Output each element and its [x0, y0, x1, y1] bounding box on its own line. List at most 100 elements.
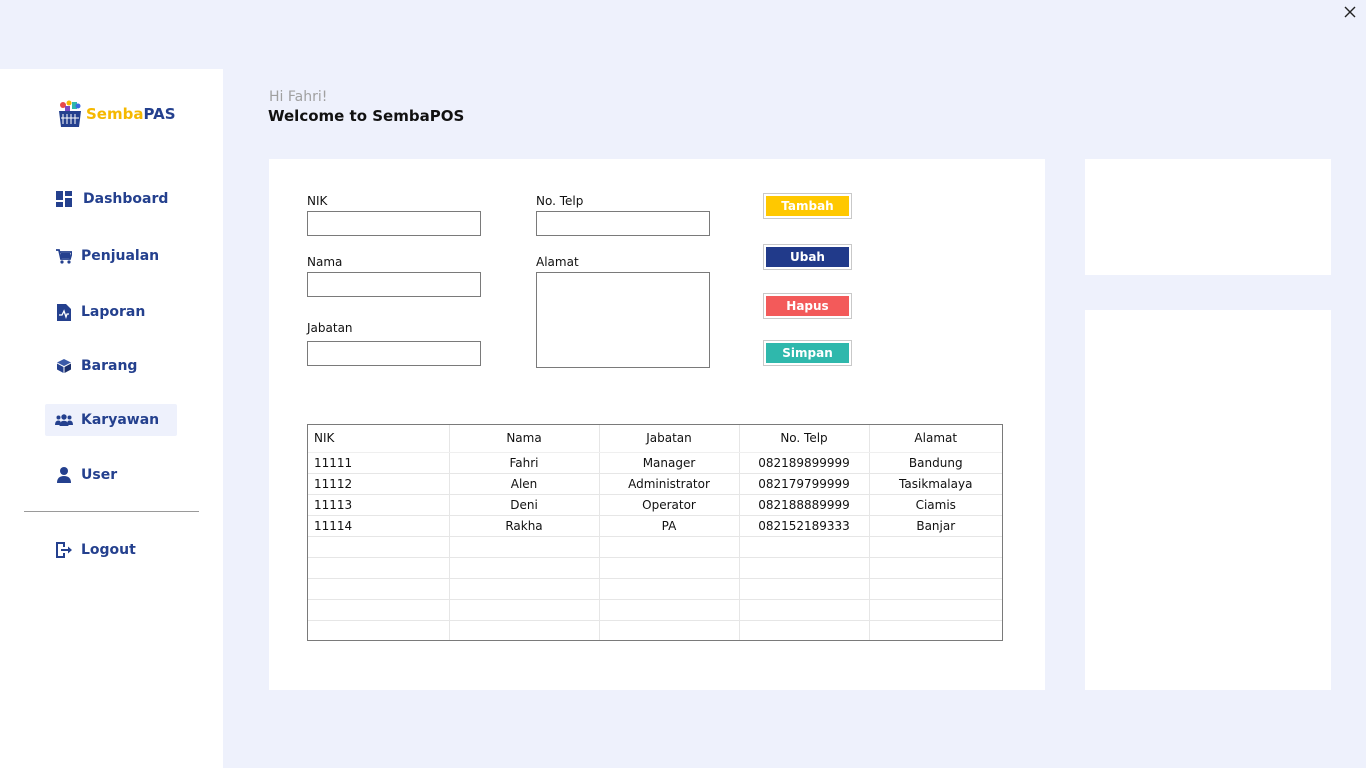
- table-cell: [739, 599, 870, 621]
- table-cell: 082189899999: [739, 452, 870, 474]
- sidebar-item-label: User: [81, 467, 118, 483]
- hapus-button-label: Hapus: [766, 296, 849, 316]
- table-cell: 082179799999: [739, 473, 870, 495]
- nama-label: Nama: [307, 255, 343, 269]
- employee-form-panel: NIK Nama Jabatan No. Telp Alamat Tambah …: [269, 159, 1045, 690]
- info-card-top: [1085, 159, 1331, 275]
- table-cell: [739, 536, 870, 558]
- jabatan-input[interactable]: [307, 341, 481, 366]
- table-cell: [308, 599, 450, 621]
- hapus-button[interactable]: Hapus: [763, 293, 852, 319]
- sidebar-item-label: Laporan: [81, 304, 146, 320]
- table-row[interactable]: [308, 536, 1002, 558]
- table-cell: [739, 557, 870, 579]
- table-cell: [739, 578, 870, 600]
- nama-input[interactable]: [307, 272, 481, 297]
- table-cell: [869, 599, 1002, 621]
- user-icon: [50, 467, 78, 483]
- table-row[interactable]: [308, 557, 1002, 579]
- ubah-button[interactable]: Ubah: [763, 244, 852, 270]
- table-cell: [739, 620, 870, 640]
- column-header-nik[interactable]: NIK: [308, 425, 450, 453]
- table-cell: 11113: [308, 494, 450, 516]
- table-cell: Operator: [599, 494, 740, 516]
- sidebar-item-label: Barang: [81, 358, 138, 374]
- table-cell: 082152189333: [739, 515, 870, 537]
- simpan-button[interactable]: Simpan: [763, 340, 852, 366]
- table-cell: [449, 557, 600, 579]
- table-cell: Banjar: [869, 515, 1002, 537]
- table-cell: Ciamis: [869, 494, 1002, 516]
- table-cell: 11114: [308, 515, 450, 537]
- column-header-jabatan[interactable]: Jabatan: [599, 425, 740, 453]
- logout-button[interactable]: Logout: [45, 534, 177, 566]
- cart-icon: [50, 248, 78, 264]
- table-row[interactable]: 11112 Alen Administrator 082179799999 Tasikm…: [308, 473, 1002, 495]
- table-header-row: NIK Nama Jabatan No. Telp Alamat: [308, 425, 1002, 453]
- page-title: Welcome to SembaPOS: [268, 107, 465, 125]
- nik-input[interactable]: [307, 211, 481, 236]
- report-icon: [50, 303, 78, 321]
- sidebar: SembaPAS Dashboard Penjualan Laporan Bar…: [0, 69, 223, 768]
- sidebar-item-karyawan[interactable]: Karyawan: [45, 404, 177, 436]
- table-row[interactable]: 11111 Fahri Manager 082189899999 Bandung: [308, 452, 1002, 474]
- telp-label: No. Telp: [536, 194, 584, 208]
- ubah-button-label: Ubah: [766, 247, 849, 267]
- column-header-telp[interactable]: No. Telp: [739, 425, 870, 453]
- table-cell: Fahri: [449, 452, 600, 474]
- table-row[interactable]: [308, 599, 1002, 621]
- tambah-button-label: Tambah: [766, 196, 849, 216]
- table-cell: [599, 557, 740, 579]
- table-cell: Deni: [449, 494, 600, 516]
- table-cell: [869, 536, 1002, 558]
- table-cell: [599, 620, 740, 640]
- table-cell: 082188889999: [739, 494, 870, 516]
- logout-label: Logout: [81, 542, 136, 558]
- column-header-alamat[interactable]: Alamat: [869, 425, 1002, 453]
- table-row[interactable]: 11113 Deni Operator 082188889999 Ciamis: [308, 494, 1002, 516]
- sidebar-item-label: Karyawan: [81, 412, 160, 428]
- logo-text: SembaPAS: [86, 105, 176, 123]
- nik-label: NIK: [307, 194, 328, 208]
- table-row[interactable]: [308, 620, 1002, 640]
- sidebar-item-penjualan[interactable]: Penjualan: [45, 240, 177, 272]
- column-header-nama[interactable]: Nama: [449, 425, 600, 453]
- table-cell: [869, 557, 1002, 579]
- greeting-text: Hi Fahri!: [269, 89, 328, 105]
- table-row[interactable]: [308, 578, 1002, 600]
- sidebar-item-dashboard[interactable]: Dashboard: [45, 183, 177, 215]
- jabatan-label: Jabatan: [307, 321, 353, 335]
- table-row[interactable]: 11114 Rakha PA 082152189333 Banjar: [308, 515, 1002, 537]
- box-icon: [50, 359, 78, 373]
- alamat-textarea[interactable]: [536, 272, 710, 368]
- table-cell: [308, 578, 450, 600]
- table-cell: [599, 599, 740, 621]
- sidebar-item-barang[interactable]: Barang: [45, 350, 177, 382]
- table-cell: Alen: [449, 473, 600, 495]
- table-cell: [449, 536, 600, 558]
- users-icon: [50, 414, 78, 426]
- info-card-bottom: [1085, 310, 1331, 690]
- telp-input[interactable]: [536, 211, 710, 236]
- table-cell: Manager: [599, 452, 740, 474]
- table-cell: [308, 536, 450, 558]
- logout-icon: [50, 542, 78, 558]
- sidebar-divider: [24, 511, 199, 512]
- table-cell: [449, 599, 600, 621]
- table-cell: [449, 620, 600, 640]
- table-cell: 11112: [308, 473, 450, 495]
- dashboard-icon: [50, 191, 78, 207]
- close-icon: [1344, 6, 1356, 18]
- simpan-button-label: Simpan: [766, 343, 849, 363]
- table-cell: [869, 620, 1002, 640]
- close-window-button[interactable]: [1340, 2, 1360, 22]
- sidebar-item-laporan[interactable]: Laporan: [45, 296, 177, 328]
- employee-table[interactable]: NIK Nama Jabatan No. Telp Alamat 11111 Fa…: [307, 424, 1003, 641]
- sidebar-item-label: Penjualan: [81, 248, 160, 264]
- tambah-button[interactable]: Tambah: [763, 193, 852, 219]
- table-cell: Bandung: [869, 452, 1002, 474]
- sidebar-item-user[interactable]: User: [45, 459, 177, 491]
- app-logo: SembaPAS: [58, 100, 176, 128]
- basket-logo-icon: [59, 100, 81, 127]
- table-cell: [869, 578, 1002, 600]
